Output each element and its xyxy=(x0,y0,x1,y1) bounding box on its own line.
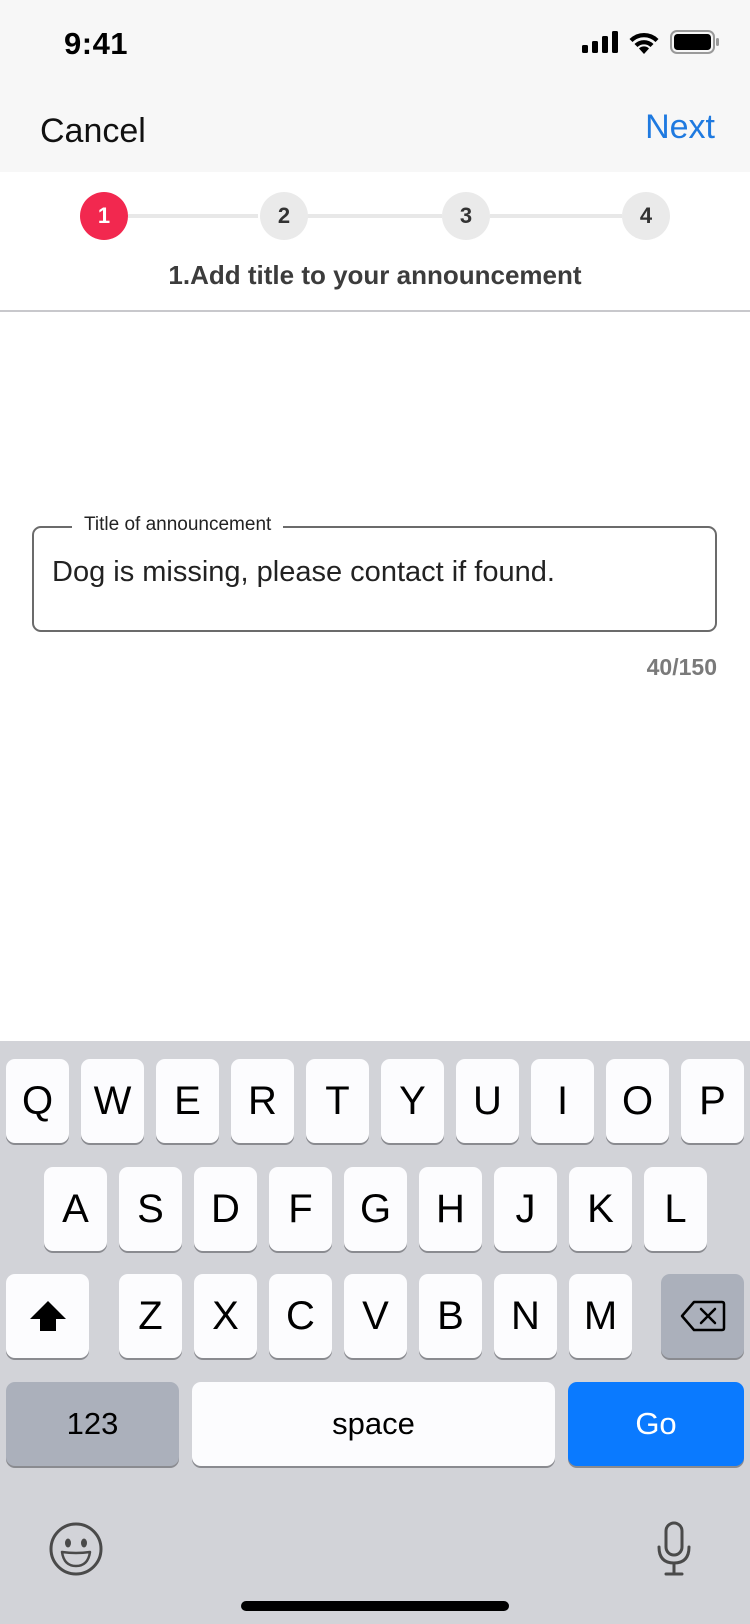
status-icons xyxy=(582,30,720,54)
backspace-key[interactable] xyxy=(661,1274,744,1358)
title-field-label: Title of announcement xyxy=(72,514,284,536)
screen: 9:41 Cancel Next 1 2 3 4 1.Add title to … xyxy=(0,0,750,1624)
step-connector xyxy=(306,214,442,218)
key-k[interactable]: K xyxy=(569,1167,632,1251)
character-counter: 40/150 xyxy=(646,654,717,680)
key-l[interactable]: L xyxy=(644,1167,707,1251)
key-h[interactable]: H xyxy=(419,1167,482,1251)
space-key[interactable]: space xyxy=(192,1382,555,1466)
key-s[interactable]: S xyxy=(119,1167,182,1251)
key-z[interactable]: Z xyxy=(119,1274,182,1358)
key-r[interactable]: R xyxy=(231,1059,294,1143)
title-input[interactable] xyxy=(52,556,692,589)
shift-key[interactable] xyxy=(6,1274,89,1358)
wifi-icon xyxy=(629,32,659,54)
key-u[interactable]: U xyxy=(456,1059,519,1143)
step-1[interactable]: 1 xyxy=(80,192,128,240)
key-q[interactable]: Q xyxy=(6,1059,69,1143)
next-button[interactable]: Next xyxy=(645,108,715,147)
navigation-bar: Cancel Next xyxy=(0,90,750,172)
key-i[interactable]: I xyxy=(531,1059,594,1143)
key-y[interactable]: Y xyxy=(381,1059,444,1143)
key-c[interactable]: C xyxy=(269,1274,332,1358)
key-e[interactable]: E xyxy=(156,1059,219,1143)
step-connector xyxy=(490,214,622,218)
step-2[interactable]: 2 xyxy=(260,192,308,240)
shift-icon xyxy=(29,1301,66,1331)
key-m[interactable]: M xyxy=(569,1274,632,1358)
step-connector xyxy=(128,214,258,218)
key-p[interactable]: P xyxy=(681,1059,744,1143)
key-t[interactable]: T xyxy=(306,1059,369,1143)
key-n[interactable]: N xyxy=(494,1274,557,1358)
go-key[interactable]: Go xyxy=(568,1382,744,1466)
step-3[interactable]: 3 xyxy=(442,192,490,240)
key-o[interactable]: O xyxy=(606,1059,669,1143)
keyboard: Q W E R T Y U I O P A S D F G H J K L Z … xyxy=(0,1041,750,1624)
key-x[interactable]: X xyxy=(194,1274,257,1358)
title-field[interactable]: Title of announcement xyxy=(32,514,717,632)
numbers-key[interactable]: 123 xyxy=(6,1382,179,1466)
key-f[interactable]: F xyxy=(269,1167,332,1251)
key-a[interactable]: A xyxy=(44,1167,107,1251)
progress-stepper: 1 2 3 4 1.Add title to your announcement xyxy=(0,172,750,312)
step-caption: 1.Add title to your announcement xyxy=(168,260,582,290)
backspace-icon xyxy=(680,1300,725,1332)
key-g[interactable]: G xyxy=(344,1167,407,1251)
emoji-icon[interactable] xyxy=(48,1521,104,1577)
key-v[interactable]: V xyxy=(344,1274,407,1358)
microphone-icon[interactable] xyxy=(655,1521,693,1577)
key-w[interactable]: W xyxy=(81,1059,144,1143)
home-indicator[interactable] xyxy=(241,1601,509,1611)
step-4[interactable]: 4 xyxy=(622,192,670,240)
key-d[interactable]: D xyxy=(194,1167,257,1251)
cancel-button[interactable]: Cancel xyxy=(40,112,146,151)
battery-icon xyxy=(670,30,719,54)
status-bar: 9:41 xyxy=(0,0,750,90)
key-j[interactable]: J xyxy=(494,1167,557,1251)
status-time: 9:41 xyxy=(64,26,129,61)
key-b[interactable]: B xyxy=(419,1274,482,1358)
cellular-icon xyxy=(582,31,618,53)
